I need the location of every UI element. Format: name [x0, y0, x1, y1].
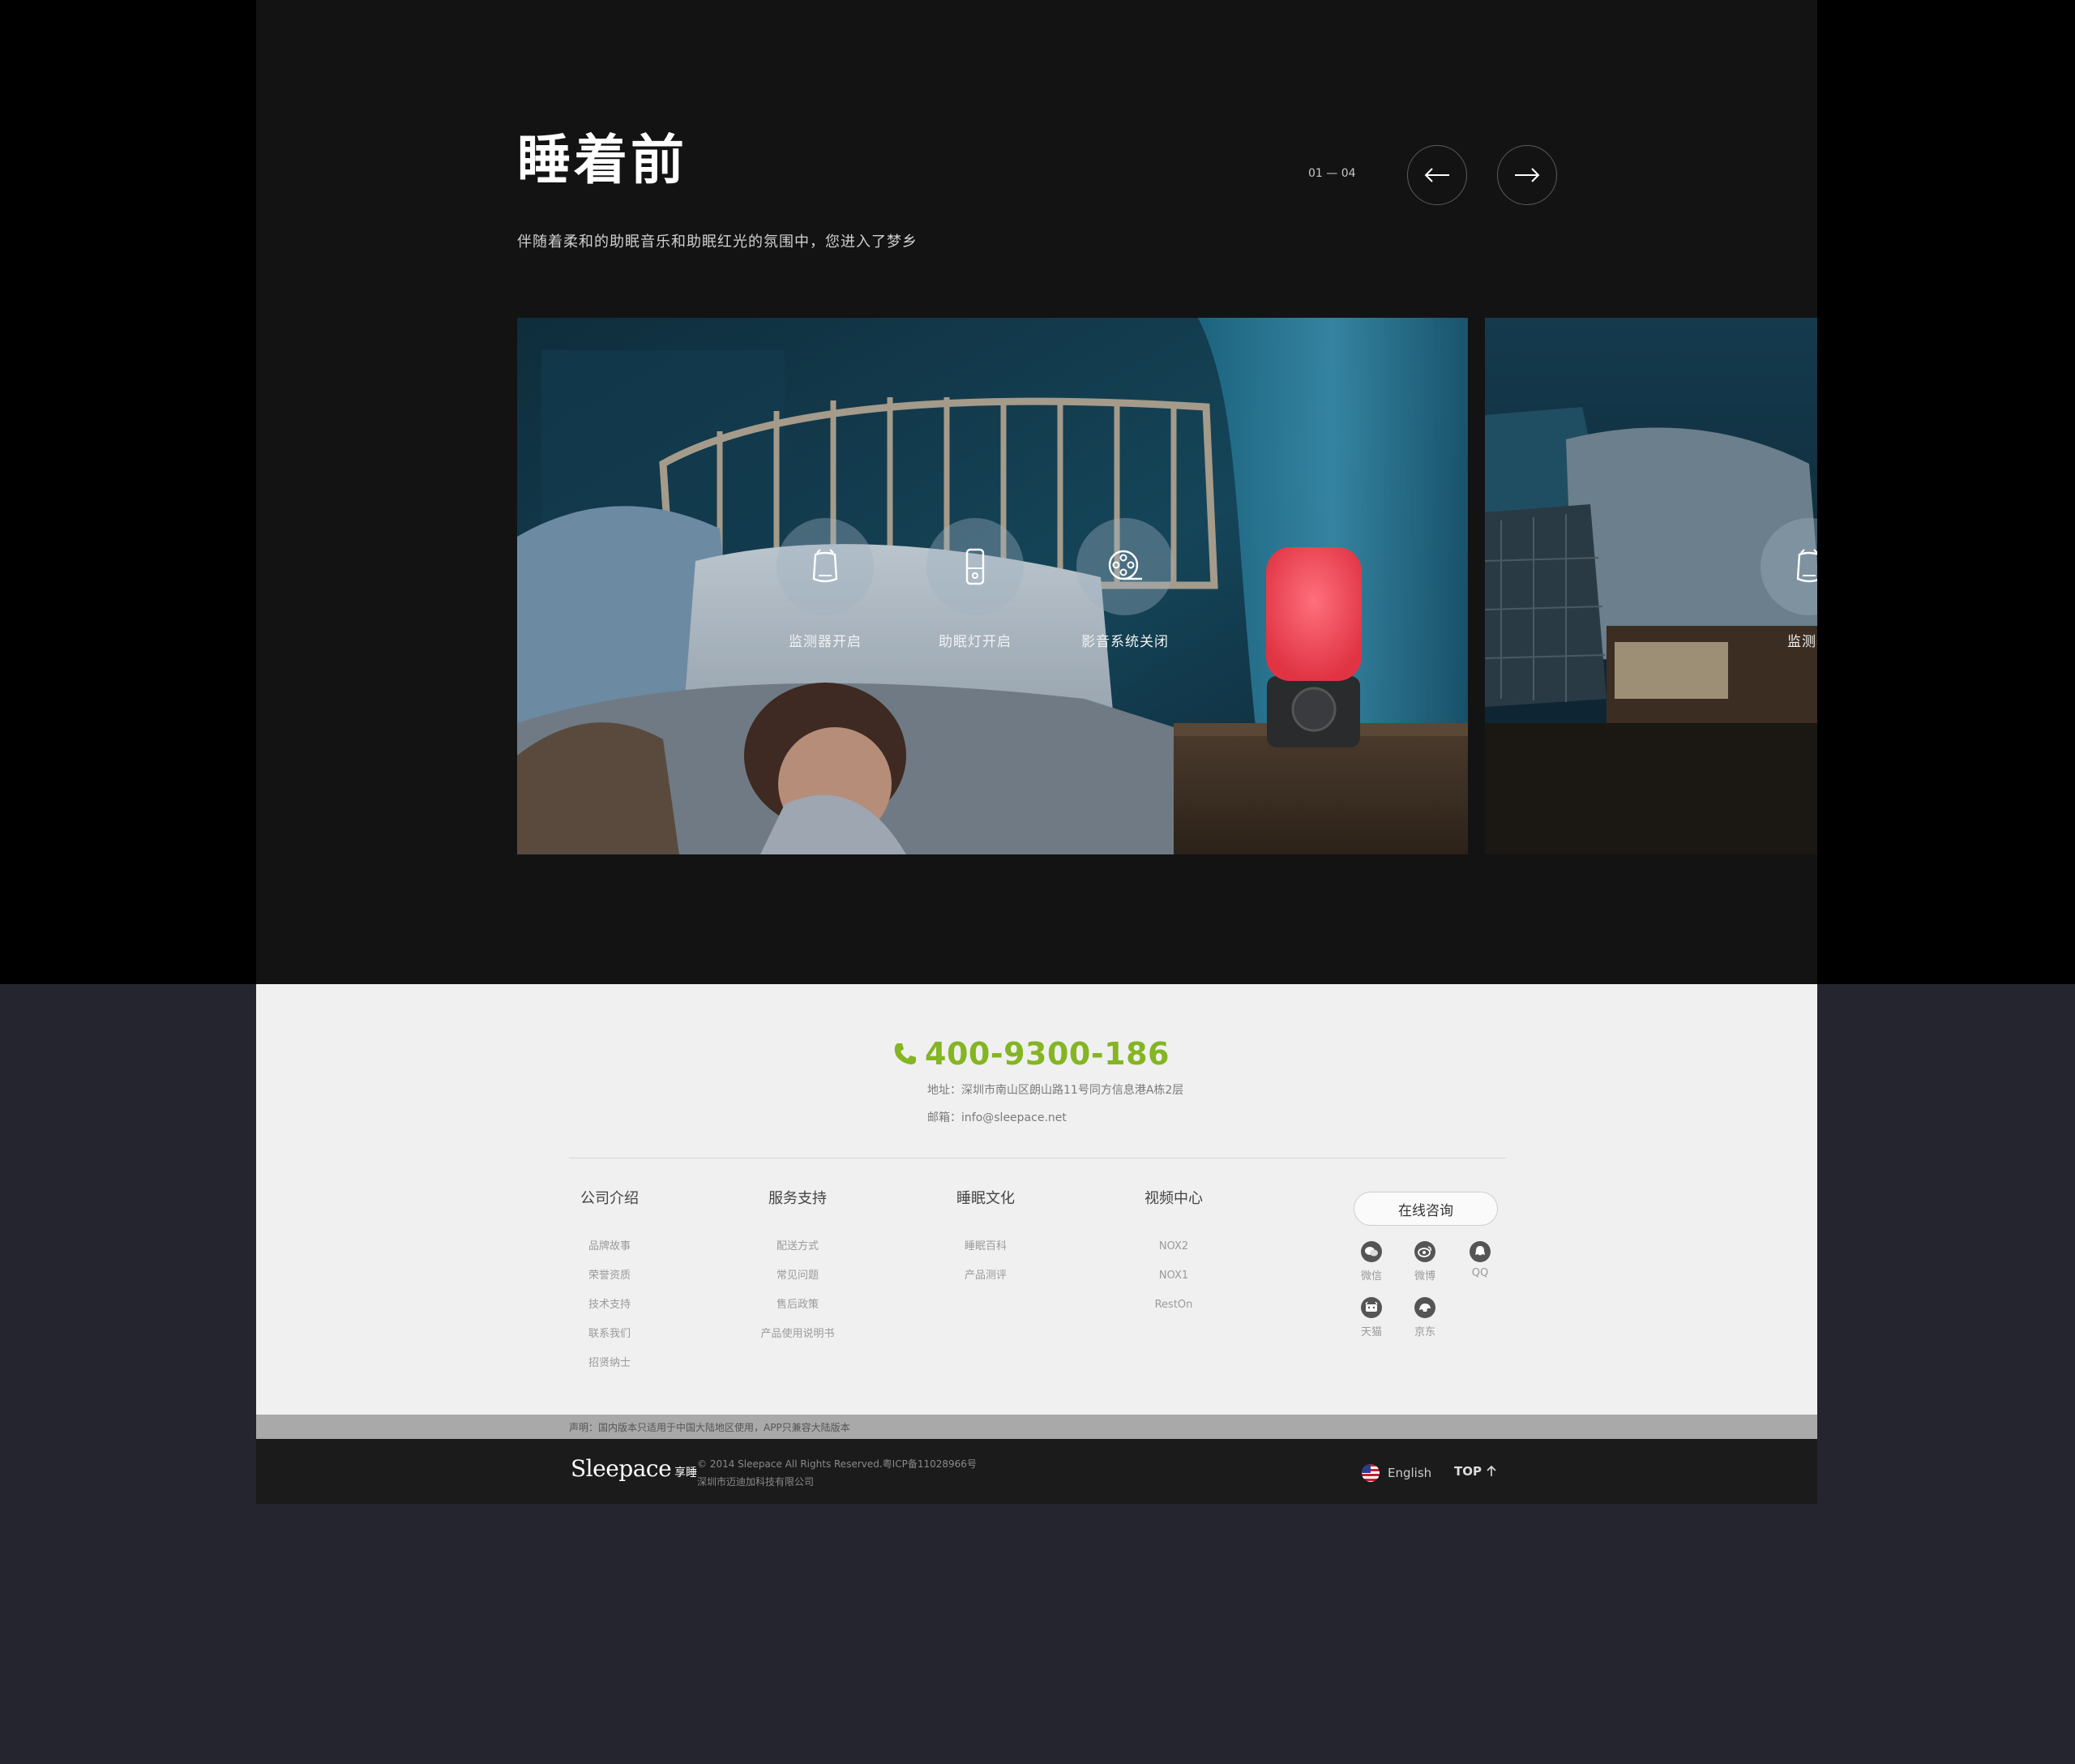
social-wechat[interactable]: 微信	[1347, 1241, 1396, 1282]
us-flag-icon	[1362, 1464, 1380, 1482]
hotline: 400-9300-186	[892, 1036, 1170, 1072]
logo-text-cn: 享睡	[674, 1466, 698, 1479]
footer-link[interactable]: 联系我们	[537, 1320, 682, 1349]
footer-link[interactable]: 荣誉资质	[537, 1261, 682, 1291]
feature-circle	[1761, 518, 1817, 615]
footer-link[interactable]: RestOn	[1101, 1291, 1247, 1320]
feature-monitor-on-preview: 监测器	[1744, 518, 1817, 650]
feature-label: 监测器开启	[789, 634, 862, 650]
jd-icon	[1414, 1297, 1435, 1318]
footer-column-company: 公司介绍 品牌故事 荣誉资质 技术支持 联系我们 招贤纳士	[537, 1187, 682, 1378]
feature-circle	[1076, 518, 1174, 615]
arrow-right-icon	[1515, 168, 1540, 182]
footer-column-title: 睡眠文化	[956, 1190, 1015, 1207]
qq-icon	[1470, 1241, 1491, 1262]
monitor-device-icon	[1796, 549, 1817, 583]
footer-column-service: 服务支持 配送方式 常见问题 售后政策 产品使用说明书	[725, 1187, 871, 1349]
feature-label: 影音系统关闭	[1081, 634, 1169, 650]
copyright-bar: Sleepace 享睡 © 2014 Sleepace All Rights R…	[256, 1439, 1817, 1504]
footer-link[interactable]: NOX1	[1101, 1261, 1247, 1291]
footer-column-title: 服务支持	[768, 1190, 827, 1207]
feature-label: 监测器	[1787, 634, 1817, 650]
footer-link[interactable]: 技术支持	[537, 1291, 682, 1320]
hotline-number[interactable]: 400-9300-186	[925, 1036, 1170, 1072]
company-email[interactable]: 邮箱：info@sleepace.net	[927, 1109, 1067, 1125]
footer-link[interactable]: 产品使用说明书	[725, 1320, 871, 1349]
social-label: QQ	[1471, 1267, 1489, 1279]
section-subtitle: 伴随着柔和的助眠音乐和助眠红光的氛围中，您进入了梦乡	[517, 233, 918, 250]
top-label: TOP	[1454, 1464, 1482, 1479]
prev-slide-button[interactable]	[1407, 145, 1467, 205]
feature-showcase-section: 睡着前 伴随着柔和的助眠音乐和助眠红光的氛围中，您进入了梦乡 01 — 04 监…	[256, 0, 1817, 984]
sleep-lamp-icon	[965, 548, 985, 585]
feature-circle	[777, 518, 874, 615]
company-address: 地址：深圳市南山区朗山路11号同方信息港A栋2层	[927, 1084, 1184, 1097]
feature-lamp-on: 助眠灯开启	[910, 518, 1040, 650]
arrow-left-icon	[1424, 168, 1449, 182]
language-switch[interactable]: English	[1362, 1464, 1431, 1482]
site-footer: 400-9300-186 地址：深圳市南山区朗山路11号同方信息港A栋2层 邮箱…	[256, 984, 1817, 1439]
arrow-up-icon	[1487, 1466, 1496, 1476]
social-weibo[interactable]: 微博	[1401, 1241, 1449, 1282]
sleepace-logo[interactable]: Sleepace 享睡	[571, 1455, 697, 1482]
social-tmall[interactable]: 天猫	[1347, 1297, 1396, 1338]
notice-bar: 声明：国内版本只适用于中国大陆地区使用，APP只兼容大陆版本	[256, 1415, 1817, 1439]
footer-link[interactable]: 品牌故事	[537, 1232, 682, 1261]
footer-link[interactable]: NOX2	[1101, 1232, 1247, 1261]
social-label: 微博	[1414, 1270, 1435, 1282]
next-slide-button[interactable]	[1497, 145, 1557, 205]
footer-link[interactable]: 常见问题	[725, 1261, 871, 1291]
feature-label: 助眠灯开启	[939, 634, 1012, 650]
footer-column-title: 公司介绍	[580, 1190, 639, 1207]
phone-icon	[894, 1043, 916, 1064]
feature-av-off: 影音系统关闭	[1060, 518, 1190, 650]
slide-next-preview[interactable]: 监测器	[1485, 318, 1817, 854]
footer-column-title: 视频中心	[1144, 1190, 1203, 1207]
logo-text-en: Sleepace	[571, 1455, 672, 1482]
social-jd[interactable]: 京东	[1401, 1297, 1449, 1338]
footer-link[interactable]: 配送方式	[725, 1232, 871, 1261]
monitor-device-icon	[812, 549, 838, 583]
social-qq[interactable]: QQ	[1456, 1241, 1504, 1279]
copyright-text: © 2014 Sleepace All Rights Reserved.粤ICP…	[697, 1458, 977, 1470]
social-label: 京东	[1414, 1326, 1435, 1338]
tmall-icon	[1361, 1297, 1382, 1318]
footer-column-video: 视频中心 NOX2 NOX1 RestOn	[1101, 1187, 1247, 1320]
slide-pager: 01 — 04	[1308, 167, 1356, 180]
slide-bedroom-scene: 监测器开启 助眠灯开启 影音系统关闭	[517, 318, 1468, 854]
social-label: 天猫	[1360, 1326, 1382, 1338]
notice-text: 声明：国内版本只适用于中国大陆地区使用，APP只兼容大陆版本	[569, 1422, 850, 1433]
online-consult-button[interactable]: 在线咨询	[1354, 1192, 1498, 1226]
language-label: English	[1388, 1466, 1432, 1480]
film-reel-icon	[1108, 550, 1142, 580]
social-label: 微信	[1360, 1270, 1382, 1282]
weibo-icon	[1414, 1241, 1435, 1262]
wechat-icon	[1361, 1241, 1382, 1262]
footer-link[interactable]: 售后政策	[725, 1291, 871, 1320]
section-title: 睡着前	[517, 129, 687, 191]
back-to-top-button[interactable]: TOP	[1454, 1464, 1496, 1479]
feature-monitor-on: 监测器开启	[760, 518, 890, 650]
footer-column-sleep-culture: 睡眠文化 睡眠百科 产品测评	[913, 1187, 1059, 1291]
footer-link[interactable]: 招贤纳士	[537, 1349, 682, 1378]
company-name: 深圳市迈迪加科技有限公司	[697, 1476, 815, 1488]
feature-circle	[926, 518, 1024, 615]
footer-link[interactable]: 产品测评	[913, 1261, 1059, 1291]
footer-link[interactable]: 睡眠百科	[913, 1232, 1059, 1261]
